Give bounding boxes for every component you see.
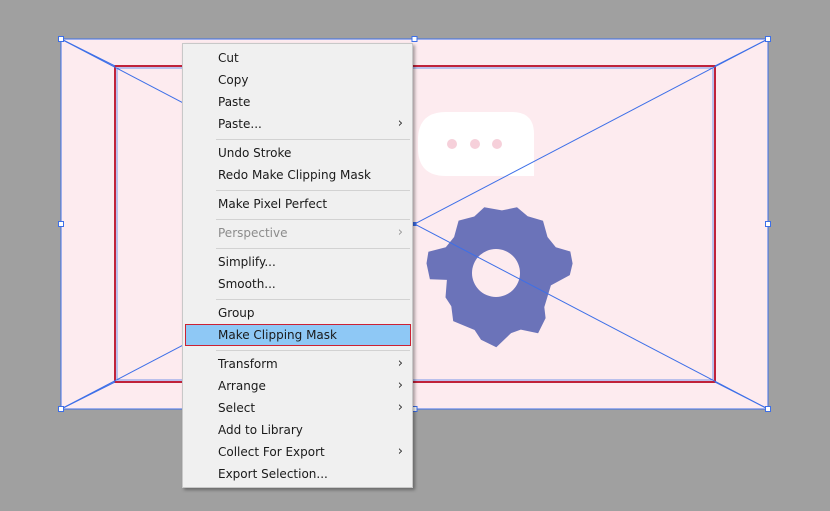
menu-item-label: Add to Library <box>218 423 303 437</box>
menu-separator <box>216 248 410 249</box>
menu-item-undo-stroke[interactable]: Undo Stroke <box>185 142 411 164</box>
menu-item-label: Export Selection... <box>218 467 328 481</box>
menu-item-group[interactable]: Group <box>185 302 411 324</box>
menu-item-copy[interactable]: Copy <box>185 69 411 91</box>
menu-item-label: Transform <box>218 357 278 371</box>
menu-item-redo-make-clipping-mask[interactable]: Redo Make Clipping Mask <box>185 164 411 186</box>
menu-item-label: Undo Stroke <box>218 146 292 160</box>
menu-item-label: Make Pixel Perfect <box>218 197 328 211</box>
menu-item-smooth[interactable]: Smooth... <box>185 273 411 295</box>
menu-item-make-clipping-mask[interactable]: Make Clipping Mask <box>185 324 411 346</box>
menu-item-collect-for-export[interactable]: Collect For Export › <box>185 441 411 463</box>
artboard-canvas[interactable] <box>0 0 830 511</box>
menu-item-simplify[interactable]: Simplify... <box>185 251 411 273</box>
menu-item-label: Paste... <box>218 117 262 131</box>
menu-separator <box>216 190 410 191</box>
chevron-right-icon: › <box>397 444 403 459</box>
menu-item-arrange[interactable]: Arrange › <box>185 375 411 397</box>
handle-top-left[interactable] <box>58 36 64 42</box>
handle-bottom-right[interactable] <box>765 406 771 412</box>
menu-item-select[interactable]: Select › <box>185 397 411 419</box>
menu-item-label: Smooth... <box>218 277 276 291</box>
menu-item-add-to-library[interactable]: Add to Library <box>185 419 411 441</box>
handle-middle-right[interactable] <box>765 221 771 227</box>
chevron-right-icon: › <box>397 116 403 131</box>
chat-bubble-icon[interactable] <box>418 112 534 176</box>
center-point <box>412 222 417 226</box>
chevron-right-icon: › <box>397 225 403 240</box>
chevron-right-icon: › <box>397 400 403 415</box>
menu-separator <box>216 139 410 140</box>
menu-item-paste[interactable]: Paste <box>185 91 411 113</box>
menu-separator <box>216 299 410 300</box>
menu-item-label: Arrange <box>218 379 266 393</box>
handle-top-right[interactable] <box>765 36 771 42</box>
menu-item-label: Redo Make Clipping Mask <box>218 168 371 182</box>
menu-item-label: Group <box>218 306 255 320</box>
menu-item-label: Simplify... <box>218 255 276 269</box>
handle-bottom-left[interactable] <box>58 406 64 412</box>
menu-separator <box>216 219 410 220</box>
menu-item-label: Perspective <box>218 226 288 240</box>
menu-item-label: Paste <box>218 95 251 109</box>
chevron-right-icon: › <box>397 356 403 371</box>
context-menu: Cut Copy Paste Paste... › Undo Stroke Re… <box>182 43 413 488</box>
menu-item-make-pixel-perfect[interactable]: Make Pixel Perfect <box>185 193 411 215</box>
menu-item-label: Collect For Export <box>218 445 325 459</box>
handle-top-center[interactable] <box>411 36 418 42</box>
menu-item-label: Cut <box>218 51 239 65</box>
handle-middle-left[interactable] <box>58 221 64 227</box>
menu-item-export-selection[interactable]: Export Selection... <box>185 463 411 485</box>
menu-separator <box>216 350 410 351</box>
menu-item-label: Make Clipping Mask <box>218 328 337 342</box>
menu-item-paste-special[interactable]: Paste... › <box>185 113 411 135</box>
menu-item-label: Copy <box>218 73 249 87</box>
menu-item-perspective: Perspective › <box>185 222 411 244</box>
chevron-right-icon: › <box>397 378 403 393</box>
menu-item-cut[interactable]: Cut <box>185 47 411 69</box>
menu-item-label: Select <box>218 401 256 415</box>
menu-item-transform[interactable]: Transform › <box>185 353 411 375</box>
